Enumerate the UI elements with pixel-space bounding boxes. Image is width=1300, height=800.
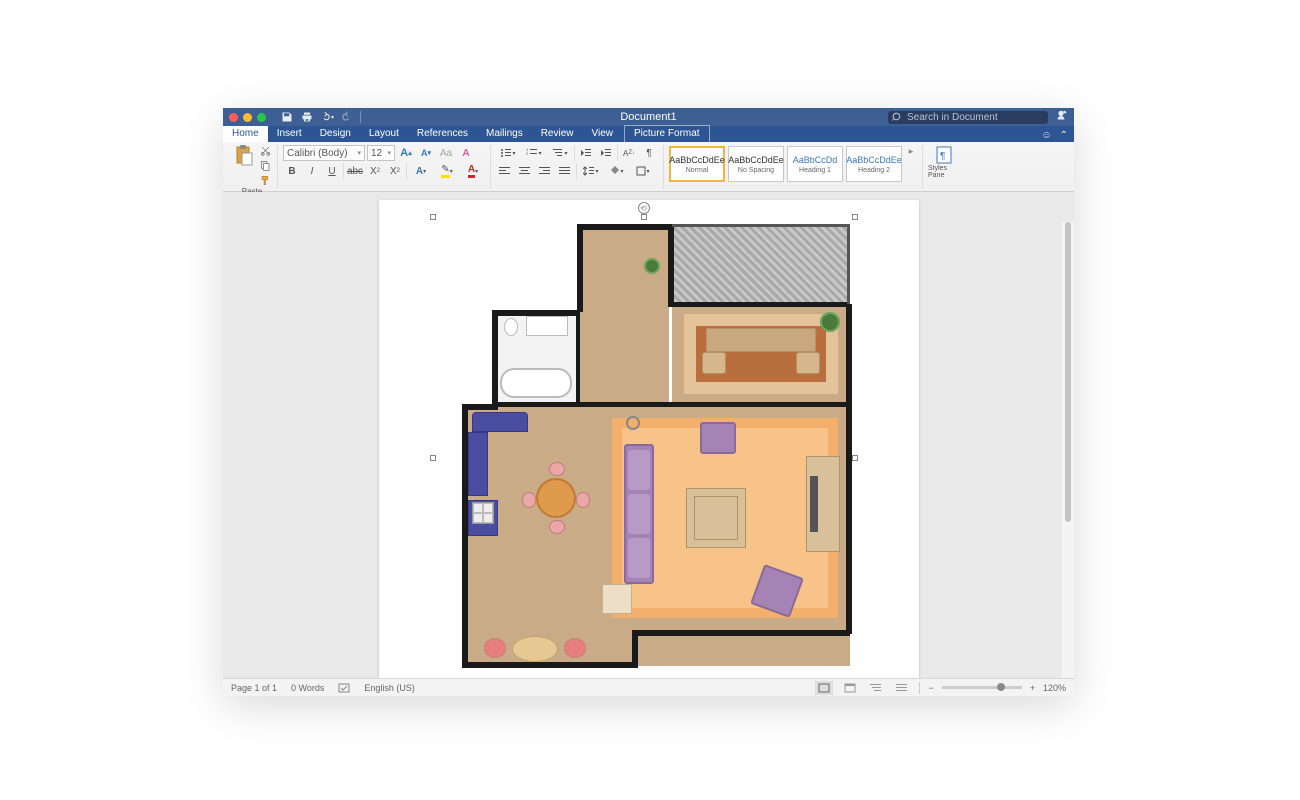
smiley-icon[interactable]: ☺ (1041, 130, 1051, 141)
tab-picture-format[interactable]: Picture Format (624, 125, 710, 142)
zoom-slider[interactable] (942, 686, 1022, 689)
scrollbar-thumb[interactable] (1065, 222, 1071, 522)
underline-button[interactable]: U (323, 163, 341, 179)
print-layout-view-button[interactable] (815, 681, 833, 695)
change-case-button[interactable]: Aa (437, 145, 455, 161)
page: ⟲ (379, 200, 919, 678)
numbering-button[interactable]: 12▾ (522, 145, 546, 161)
draft-view-button[interactable] (893, 681, 911, 695)
word-count[interactable]: 0 Words (291, 683, 324, 693)
font-color-button[interactable]: A▾ (461, 163, 485, 179)
styles-more-button[interactable]: ▸ (905, 146, 917, 157)
status-bar: Page 1 of 1 0 Words English (US) − + 120… (223, 678, 1074, 696)
redo-icon[interactable] (340, 110, 354, 124)
zoom-in-button[interactable]: + (1030, 683, 1035, 693)
shading-button[interactable]: ▾ (605, 163, 629, 179)
search-input[interactable] (907, 112, 1037, 123)
highlight-button[interactable]: ✎▾ (435, 163, 459, 179)
sort-button[interactable]: AZ↓ (620, 145, 638, 161)
outline-view-button[interactable] (867, 681, 885, 695)
document-area[interactable]: ⟲ (223, 192, 1074, 678)
tab-references[interactable]: References (408, 126, 477, 142)
search-field[interactable] (888, 111, 1048, 124)
maximize-window-button[interactable] (257, 113, 266, 122)
align-center-button[interactable] (516, 163, 534, 179)
paragraph-group: ▾ 12▾ ▾ AZ↓ ¶ ▾ ▾ (491, 145, 664, 189)
styles-group: AaBbCcDdEeNormal AaBbCcDdEeNo Spacing Aa… (664, 145, 923, 189)
page-indicator[interactable]: Page 1 of 1 (231, 683, 277, 693)
window-controls (229, 113, 266, 122)
tab-layout[interactable]: Layout (360, 126, 408, 142)
styles-pane-button[interactable]: ¶ Styles Pane (928, 145, 960, 179)
collapse-ribbon-icon[interactable]: ⌃ (1060, 130, 1068, 141)
floorplan-image (434, 218, 854, 678)
shrink-font-button[interactable]: A▾ (417, 145, 435, 161)
spellcheck-icon[interactable] (338, 683, 350, 693)
vertical-scrollbar[interactable] (1062, 222, 1074, 678)
tab-design[interactable]: Design (311, 126, 360, 142)
line-spacing-button[interactable]: ▾ (579, 163, 603, 179)
save-icon[interactable] (280, 110, 294, 124)
grow-font-button[interactable]: A▴ (397, 145, 415, 161)
bold-button[interactable]: B (283, 163, 301, 179)
clear-format-button[interactable]: A (457, 145, 475, 161)
style-heading-2[interactable]: AaBbCcDdEeHeading 2 (846, 146, 902, 182)
minimize-window-button[interactable] (243, 113, 252, 122)
styles-pane-group: ¶ Styles Pane (923, 145, 965, 189)
selected-picture[interactable]: ⟲ (434, 218, 854, 678)
format-painter-icon[interactable] (260, 175, 272, 187)
zoom-slider-thumb[interactable] (997, 683, 1005, 691)
cut-icon[interactable] (260, 145, 272, 157)
styles-pane-label: Styles Pane (928, 165, 960, 179)
align-left-button[interactable] (496, 163, 514, 179)
font-name-combo[interactable]: Calibri (Body)▾ (283, 145, 365, 161)
clipboard-group: Paste (227, 145, 278, 189)
ribbon-tabs: Home Insert Design Layout References Mai… (223, 126, 1074, 142)
multilevel-button[interactable]: ▾ (548, 145, 572, 161)
zoom-value[interactable]: 120% (1043, 683, 1066, 693)
print-icon[interactable] (300, 110, 314, 124)
copy-icon[interactable] (260, 160, 272, 172)
strikethrough-button[interactable]: abc (346, 163, 364, 179)
text-effects-button[interactable]: A▾ (409, 163, 433, 179)
web-layout-view-button[interactable] (841, 681, 859, 695)
style-no-spacing[interactable]: AaBbCcDdEeNo Spacing (728, 146, 784, 182)
borders-button[interactable]: ▾ (631, 163, 655, 179)
justify-button[interactable] (556, 163, 574, 179)
svg-text:2: 2 (526, 151, 529, 156)
undo-icon[interactable]: ▾ (320, 110, 334, 124)
style-normal[interactable]: AaBbCcDdEeNormal (669, 146, 725, 182)
title-bar: ▾ Document1 (223, 108, 1074, 126)
zoom-out-button[interactable]: − (928, 683, 933, 693)
italic-button[interactable]: I (303, 163, 321, 179)
close-window-button[interactable] (229, 113, 238, 122)
tab-home[interactable]: Home (223, 126, 268, 142)
svg-text:¶: ¶ (940, 151, 945, 162)
share-icon[interactable] (1054, 109, 1070, 125)
language-indicator[interactable]: English (US) (364, 683, 415, 693)
subscript-button[interactable]: X2 (366, 163, 384, 179)
rotate-handle[interactable]: ⟲ (638, 202, 650, 214)
align-right-button[interactable] (536, 163, 554, 179)
increase-indent-button[interactable] (597, 145, 615, 161)
tab-view[interactable]: View (583, 126, 623, 142)
font-group: Calibri (Body)▾ 12▾ A▴ A▾ Aa A B I U abc… (278, 145, 491, 189)
paste-button[interactable] (232, 145, 256, 175)
tab-insert[interactable]: Insert (268, 126, 311, 142)
decrease-indent-button[interactable] (577, 145, 595, 161)
superscript-button[interactable]: X2 (386, 163, 404, 179)
quick-access-toolbar: ▾ (280, 110, 361, 124)
tab-review[interactable]: Review (532, 126, 583, 142)
ribbon: Paste Calibri (Body)▾ 12▾ A▴ A▾ Aa A B I… (223, 142, 1074, 192)
font-size-combo[interactable]: 12▾ (367, 145, 395, 161)
tab-mailings[interactable]: Mailings (477, 126, 532, 142)
style-heading-1[interactable]: AaBbCcDdHeading 1 (787, 146, 843, 182)
word-window: ▾ Document1 Home Insert Design Layout Re… (223, 108, 1074, 696)
show-marks-button[interactable]: ¶ (640, 145, 658, 161)
bullets-button[interactable]: ▾ (496, 145, 520, 161)
